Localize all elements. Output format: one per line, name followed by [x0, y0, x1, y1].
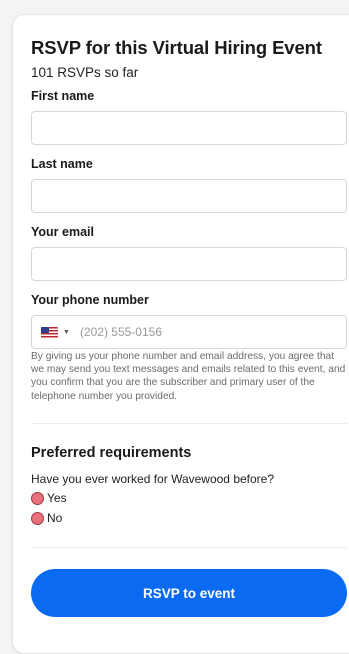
rsvp-submit-button[interactable]: RSVP to event	[31, 569, 347, 617]
rsvp-card: RSVP for this Virtual Hiring Event 101 R…	[12, 14, 349, 654]
radio-option-no[interactable]: No	[31, 511, 62, 525]
phone-placeholder: (202) 555-0156	[79, 325, 162, 339]
phone-field[interactable]: ▼ (202) 555-0156	[31, 315, 347, 349]
divider	[31, 423, 347, 424]
phone-label: Your phone number	[31, 293, 149, 307]
email-label: Your email	[31, 225, 94, 239]
radio-button[interactable]	[31, 511, 44, 525]
last-name-label: Last name	[31, 157, 93, 171]
requirements-title: Preferred requirements	[31, 445, 192, 461]
rsvp-count: 101 RSVPs so far	[31, 65, 139, 80]
page-title: RSVP for this Virtual Hiring Event	[31, 37, 322, 58]
caret-down-icon[interactable]: ▼	[63, 329, 70, 336]
last-name-field[interactable]	[31, 179, 347, 213]
radio-button[interactable]	[31, 491, 44, 505]
consent-text: By giving us your phone number and email…	[31, 351, 346, 402]
radio-label: Yes	[47, 491, 67, 505]
radio-option-yes[interactable]: Yes	[31, 491, 67, 505]
radio-label: No	[47, 511, 63, 525]
first-name-label: First name	[31, 89, 95, 103]
requirements-question: Have you ever worked for Wavewood before…	[31, 472, 275, 486]
email-field[interactable]	[31, 247, 347, 281]
divider	[31, 547, 347, 548]
first-name-field[interactable]	[31, 111, 347, 145]
us-flag-icon[interactable]	[41, 326, 58, 338]
